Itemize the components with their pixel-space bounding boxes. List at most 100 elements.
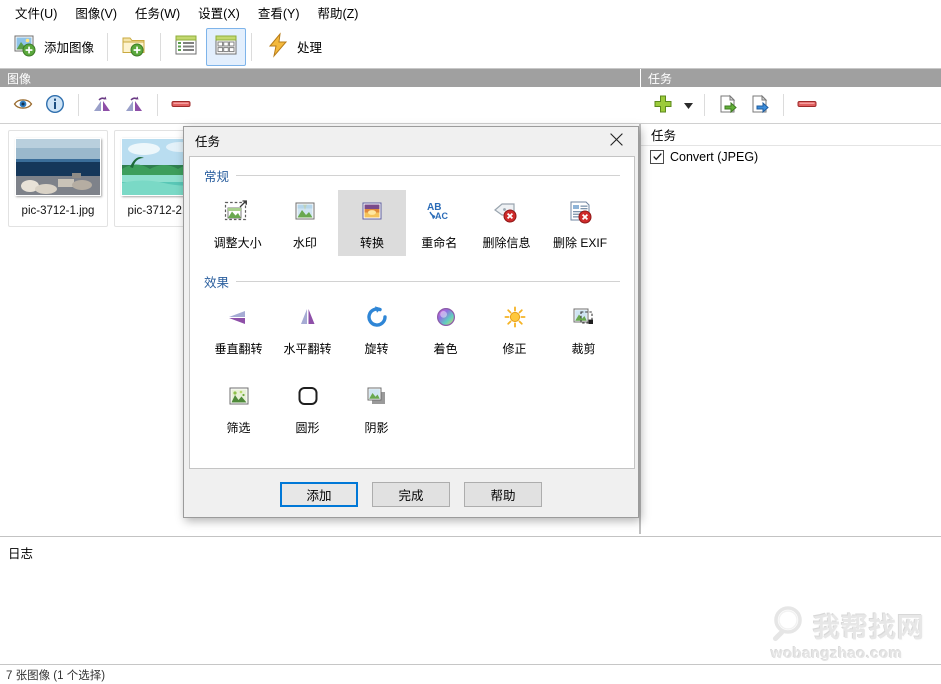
image-panel-toolbar	[0, 87, 640, 124]
remove-image-button[interactable]	[166, 90, 196, 120]
image-panel-header: 图像	[0, 69, 640, 87]
lightning-icon	[265, 32, 291, 61]
tile-shadow[interactable]: 阴影	[342, 375, 411, 441]
add-image-icon	[12, 32, 38, 61]
preview-eye-icon	[13, 96, 33, 115]
shadow-icon	[361, 381, 393, 413]
colorize-icon	[430, 302, 462, 334]
tile-convert[interactable]: 转换	[338, 190, 405, 256]
save-task-icon	[750, 94, 770, 117]
tile-crop[interactable]: 裁剪	[549, 296, 618, 362]
toolbar-separator-1	[107, 33, 108, 61]
thumbnail-image-1	[15, 138, 101, 196]
remove-icon	[170, 98, 192, 113]
add-folder-button[interactable]	[113, 28, 155, 66]
group-effects-tiles-row1: 垂直翻转 水平翻转	[204, 296, 620, 362]
dialog-title: 任务	[184, 127, 638, 154]
dialog-group-general: 常规 调整大小	[204, 166, 620, 256]
tile-watermark[interactable]: 水印	[271, 190, 338, 256]
list-view-button[interactable]	[166, 28, 206, 66]
tile-rename[interactable]: AB AC 重命名	[406, 190, 473, 256]
dialog-group-effects: 效果 垂直翻转	[204, 272, 620, 441]
tile-filter[interactable]: 筛选	[204, 375, 273, 441]
process-label: 处理	[297, 37, 322, 56]
task-list[interactable]: 任务 Convert (JPEG)	[640, 124, 941, 534]
tile-remove-exif[interactable]: 删除 EXIF	[540, 190, 620, 256]
tile-flip-horizontal[interactable]: 水平翻转	[273, 296, 342, 362]
thumbnail-label-1: pic-3712-1.jpg	[22, 205, 95, 217]
group-general-header: 常规	[204, 166, 620, 185]
tile-rotate[interactable]: 旋转	[342, 296, 411, 362]
tile-resize[interactable]: 调整大小	[204, 190, 271, 256]
log-panel: 日志	[0, 536, 941, 664]
dialog-finish-button[interactable]: 完成	[372, 482, 450, 507]
task-list-row-label: Convert (JPEG)	[670, 150, 758, 164]
task-list-row[interactable]: Convert (JPEG)	[641, 146, 941, 168]
tile-flip-horizontal-label: 水平翻转	[283, 340, 331, 357]
group-general-tiles: 调整大小 水印	[204, 190, 620, 256]
load-task-button[interactable]	[713, 90, 743, 120]
image-info-button[interactable]	[40, 90, 70, 120]
add-task-dropdown[interactable]	[680, 90, 696, 120]
remove-info-icon	[490, 196, 522, 228]
convert-icon	[356, 196, 388, 228]
save-task-button[interactable]	[745, 90, 775, 120]
tile-remove-exif-label: 删除 EXIF	[553, 234, 607, 251]
tile-remove-info[interactable]: 删除信息	[473, 190, 540, 256]
dialog-add-button[interactable]: 添加	[280, 482, 358, 507]
flip-vertical-icon	[223, 302, 255, 334]
tile-rounded[interactable]: 圆形	[273, 375, 342, 441]
task-list-column-header: 任务	[641, 124, 941, 146]
close-icon	[610, 133, 623, 149]
tile-shadow-label: 阴影	[364, 419, 388, 436]
tile-flip-vertical[interactable]: 垂直翻转	[204, 296, 273, 362]
preview-eye-button[interactable]	[8, 90, 38, 120]
tile-rounded-label: 圆形	[295, 419, 319, 436]
add-task-icon	[653, 94, 673, 117]
tile-colorize[interactable]: 着色	[411, 296, 480, 362]
tile-rename-label: 重命名	[421, 234, 457, 251]
group-effects-title: 效果	[204, 272, 229, 291]
rotate-left-button[interactable]	[87, 90, 117, 120]
menu-help[interactable]: 帮助(Z)	[309, 0, 368, 25]
dialog-help-button[interactable]: 帮助	[464, 482, 542, 507]
tile-rotate-label: 旋转	[364, 340, 388, 357]
tile-flip-vertical-label: 垂直翻转	[214, 340, 262, 357]
task-panel-header: 任务	[640, 69, 941, 87]
menu-file[interactable]: 文件(U)	[6, 0, 66, 25]
thumbnail-item-1[interactable]: pic-3712-1.jpg	[8, 130, 108, 227]
menu-image[interactable]: 图像(V)	[66, 0, 126, 25]
rotate-right-button[interactable]	[119, 90, 149, 120]
menu-settings[interactable]: 设置(X)	[189, 0, 249, 25]
remove-task-icon	[796, 98, 818, 113]
toolbar-separator-2	[160, 33, 161, 61]
list-view-icon	[174, 34, 198, 59]
remove-task-button[interactable]	[792, 90, 822, 120]
flip-horizontal-icon	[292, 302, 324, 334]
menu-view[interactable]: 查看(Y)	[249, 0, 309, 25]
add-task-button[interactable]	[648, 90, 678, 120]
svg-text:AC: AC	[435, 211, 448, 221]
status-bar: 7 张图像 (1 个选择)	[0, 664, 941, 684]
thumbnail-view-icon	[214, 34, 238, 59]
add-image-button[interactable]: 添加图像	[4, 28, 102, 66]
watermark-icon	[289, 196, 321, 228]
task-checkbox[interactable]	[650, 150, 664, 164]
tile-remove-info-label: 删除信息	[482, 234, 530, 251]
group-effects-divider	[236, 281, 620, 282]
remove-exif-icon	[564, 196, 596, 228]
info-icon	[45, 94, 65, 117]
tile-convert-label: 转换	[360, 234, 384, 251]
toolbar-separator-3	[251, 33, 252, 61]
thumbnail-view-button[interactable]	[206, 28, 246, 66]
dialog-body: 常规 调整大小	[189, 156, 635, 469]
tile-filter-label: 筛选	[226, 419, 250, 436]
task-toolbar-separator-2	[783, 94, 784, 116]
process-button[interactable]: 处理	[257, 28, 330, 66]
menu-task[interactable]: 任务(W)	[126, 0, 189, 25]
image-toolbar-separator-1	[78, 94, 79, 116]
group-effects-header: 效果	[204, 272, 620, 291]
task-dialog: 任务 常规	[183, 126, 639, 518]
dialog-close-button[interactable]	[594, 127, 638, 154]
tile-adjust[interactable]: 修正	[480, 296, 549, 362]
